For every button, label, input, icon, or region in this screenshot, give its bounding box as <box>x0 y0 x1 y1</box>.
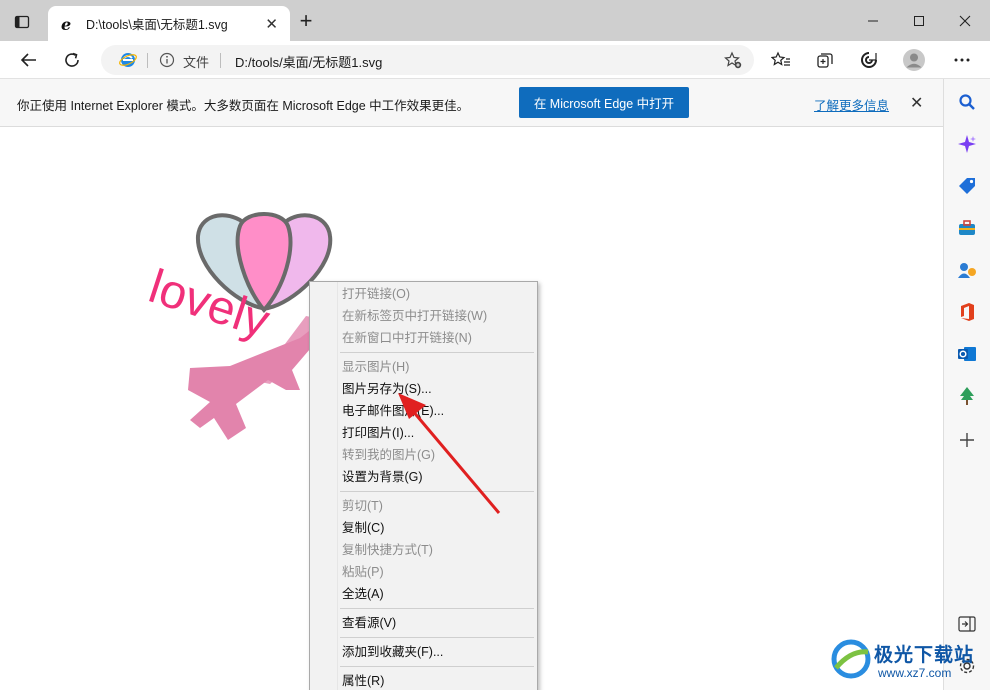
refresh-button[interactable] <box>58 47 86 73</box>
settings-more-button[interactable] <box>948 47 976 73</box>
open-in-edge-button[interactable]: 在 Microsoft Edge 中打开 <box>519 87 689 118</box>
context-menu-item[interactable]: 显示图片(H) <box>310 356 537 378</box>
games-icon[interactable] <box>956 259 978 281</box>
outlook-icon[interactable] <box>956 343 978 365</box>
watermark-logo <box>831 639 871 679</box>
context-menu-item[interactable]: 设置为背景(G) <box>310 466 537 488</box>
context-menu-item[interactable]: 全选(A) <box>310 583 537 605</box>
ie-logo-icon: e <box>61 16 71 32</box>
collections-icon <box>817 53 833 68</box>
office-icon[interactable] <box>956 301 978 323</box>
new-tab-button[interactable]: + <box>294 10 318 34</box>
tab-actions-button[interactable] <box>10 10 34 34</box>
tab-close-icon[interactable]: ✕ <box>265 15 278 33</box>
context-menu-item[interactable]: 图片另存为(S)... <box>310 378 537 400</box>
context-menu-item[interactable]: 添加到收藏夹(F)... <box>310 641 537 663</box>
ie-mode-icon[interactable] <box>119 51 137 74</box>
active-tab[interactable]: e D:\tools\桌面\无标题1.svg ✕ <box>48 6 290 41</box>
close-window-button[interactable] <box>942 6 988 36</box>
profile-button[interactable] <box>900 47 928 73</box>
url-text[interactable]: D:/tools/桌面/无标题1.svg <box>235 52 382 71</box>
context-menu-item[interactable]: 粘贴(P) <box>310 561 537 583</box>
browser-essentials-button[interactable] <box>855 47 883 73</box>
back-button[interactable] <box>15 47 43 73</box>
add-favorite-icon[interactable] <box>724 51 742 74</box>
context-menu-separator <box>340 637 534 638</box>
context-menu: 打开链接(O) 在新标签页中打开链接(W) 在新窗口中打开链接(N) 显示图片(H) 图… <box>309 281 538 690</box>
context-menu-separator <box>340 666 534 667</box>
shopping-tag-icon[interactable] <box>956 175 978 197</box>
site-label: 文件 <box>183 55 210 70</box>
site-watermark: 极光下载站 www.xz7.com <box>830 636 990 690</box>
context-menu-item[interactable]: 打开链接(O) <box>310 283 537 305</box>
tab-actions-icon <box>14 15 30 29</box>
watermark-url: www.xz7.com <box>878 666 952 680</box>
context-menu-item[interactable]: 查看源(V) <box>310 612 537 634</box>
address-bar[interactable]: 文件 D:/tools/桌面/无标题1.svg <box>101 45 754 75</box>
collections-button[interactable] <box>811 47 839 73</box>
close-icon <box>959 15 971 27</box>
address-separator <box>147 53 148 68</box>
browser-essentials-icon <box>861 52 877 68</box>
avatar-icon <box>903 49 925 71</box>
context-menu-item[interactable]: 属性(R) <box>310 670 537 690</box>
navigation-toolbar: 文件 D:/tools/桌面/无标题1.svg <box>0 41 990 79</box>
ie-mode-message: 你正使用 Internet Explorer 模式。大多数页面在 Microso… <box>17 99 470 113</box>
context-menu-item[interactable]: 复制快捷方式(T) <box>310 539 537 561</box>
context-menu-item[interactable]: 打印图片(I)... <box>310 422 537 444</box>
watermark-name: 极光下载站 <box>874 645 975 666</box>
context-menu-item[interactable]: 复制(C) <box>310 517 537 539</box>
refresh-icon <box>65 52 79 67</box>
context-menu-item[interactable]: 在新标签页中打开链接(W) <box>310 305 537 327</box>
tab-title: D:\tools\桌面\无标题1.svg <box>86 18 228 32</box>
favorites-icon <box>771 51 790 66</box>
site-info-icon[interactable] <box>159 52 175 73</box>
infobar-close-icon[interactable]: ✕ <box>910 93 923 113</box>
back-arrow-icon <box>20 53 36 67</box>
context-menu-separator <box>340 352 534 353</box>
add-sidebar-icon[interactable] <box>956 429 978 451</box>
context-menu-item[interactable]: 电子邮件图片(E)... <box>310 400 537 422</box>
copilot-sparkle-icon[interactable] <box>956 133 978 155</box>
more-dots-icon <box>954 58 970 62</box>
address-separator-2 <box>220 53 221 68</box>
favorites-button[interactable] <box>767 47 795 73</box>
context-menu-separator <box>340 491 534 492</box>
svg-text:e: e <box>61 16 71 32</box>
tools-briefcase-icon[interactable] <box>956 217 978 239</box>
minimize-icon <box>868 20 878 22</box>
search-icon[interactable] <box>956 91 978 113</box>
hide-sidebar-icon[interactable] <box>956 613 978 635</box>
context-menu-item[interactable]: 转到我的图片(G) <box>310 444 537 466</box>
context-menu-item[interactable]: 在新窗口中打开链接(N) <box>310 327 537 349</box>
learn-more-link[interactable]: 了解更多信息 <box>814 95 889 114</box>
edge-sidebar <box>943 79 990 690</box>
context-menu-item[interactable]: 剪切(T) <box>310 495 537 517</box>
maximize-button[interactable] <box>896 6 942 36</box>
context-menu-separator <box>340 608 534 609</box>
maximize-icon <box>914 16 924 26</box>
tree-icon[interactable] <box>956 385 978 407</box>
ie-mode-infobar: 你正使用 Internet Explorer 模式。大多数页面在 Microso… <box>0 79 943 127</box>
tab-strip: e D:\tools\桌面\无标题1.svg ✕ + <box>0 0 990 41</box>
minimize-button[interactable] <box>850 6 896 36</box>
